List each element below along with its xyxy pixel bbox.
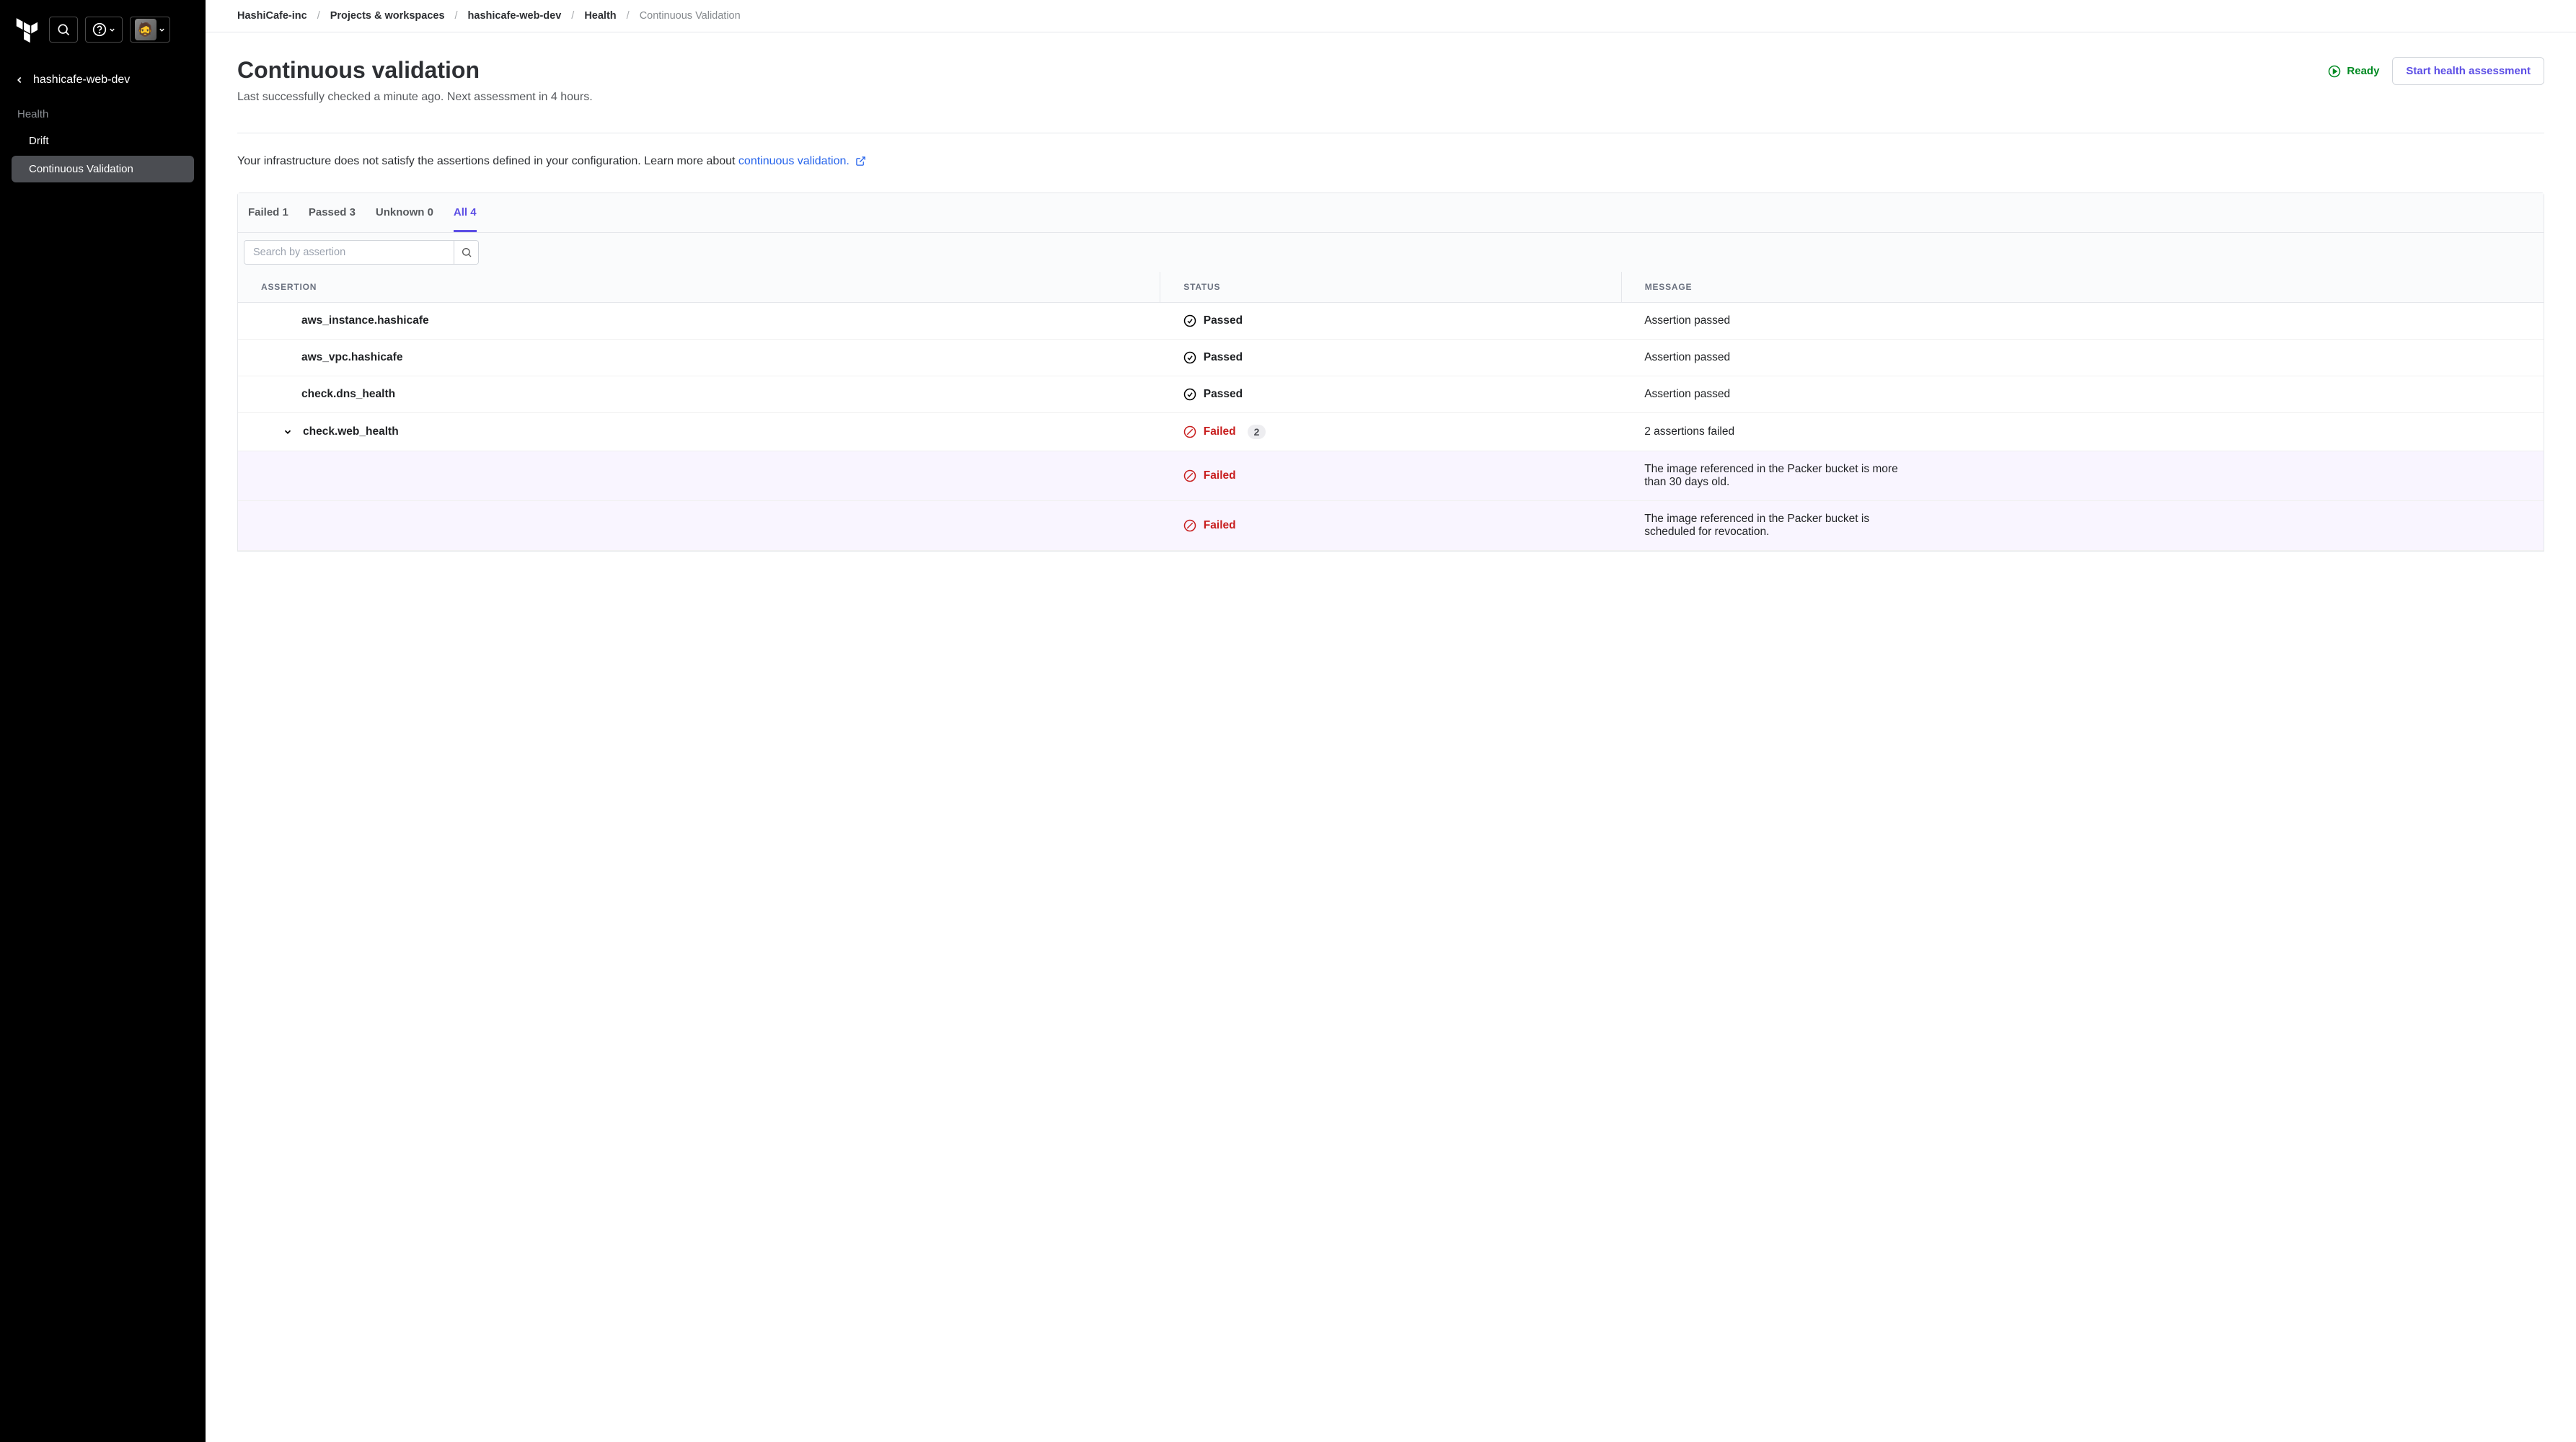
avatar: 🧔 — [135, 19, 156, 40]
status-label: Failed — [1204, 519, 1236, 532]
assertion-name: aws_instance.hashicafe — [261, 314, 1137, 327]
tab-failed[interactable]: Failed 1 — [248, 193, 288, 232]
fail-circle-icon — [1183, 469, 1196, 482]
fail-circle-icon — [1183, 425, 1196, 438]
table-row: aws_vpc.hashicafe Passed Assertion passed — [238, 340, 2544, 376]
sidebar: 🧔 hashicafe-web-dev Health DriftContinuo… — [0, 0, 206, 1442]
sidebar-section-health: Health — [0, 97, 206, 126]
assertion-group-toggle[interactable]: check.web_health — [261, 425, 1137, 438]
breadcrumb-item[interactable]: HashiCafe-inc — [237, 10, 307, 22]
status-ready: Ready — [2328, 65, 2379, 78]
status-label: Failed — [1204, 425, 1236, 438]
status-cell: Failed — [1183, 519, 1598, 532]
status-ready-label: Ready — [2347, 65, 2379, 77]
message-text: The image referenced in the Packer bucke… — [1644, 513, 1918, 539]
status-label: Failed — [1204, 469, 1236, 482]
check-circle-icon — [1183, 388, 1196, 401]
continuous-validation-link[interactable]: continuous validation. — [738, 155, 866, 167]
chevron-down-icon — [158, 26, 166, 34]
status-cell: Failed 2 — [1183, 425, 1598, 439]
start-health-assessment-button[interactable]: Start health assessment — [2392, 57, 2544, 85]
status-label: Passed — [1204, 314, 1243, 327]
message-text: Assertion passed — [1644, 388, 2520, 401]
message-text: Assertion passed — [1644, 351, 2520, 364]
breadcrumb-item[interactable]: Projects & workspaces — [330, 10, 445, 22]
breadcrumb-item[interactable]: Health — [584, 10, 616, 22]
chevron-down-icon — [283, 427, 293, 437]
assertions-table: ASSERTION STATUS MESSAGE aws_instance.ha… — [238, 272, 2544, 551]
status-cell: Passed — [1183, 351, 1598, 364]
check-circle-icon — [1183, 314, 1196, 327]
filter-tabs: Failed 1 Passed 3 Unknown 0 All 4 — [238, 193, 2544, 233]
user-menu-button[interactable]: 🧔 — [130, 17, 170, 43]
col-header-message: MESSAGE — [1621, 272, 2544, 303]
message-text: The image referenced in the Packer bucke… — [1644, 463, 1918, 489]
assertion-name: aws_vpc.hashicafe — [261, 351, 1137, 364]
table-row: check.dns_health Passed Assertion passed — [238, 376, 2544, 413]
terraform-logo — [12, 14, 42, 45]
tab-unknown[interactable]: Unknown 0 — [376, 193, 433, 232]
infrastructure-info-text: Your infrastructure does not satisfy the… — [237, 155, 2544, 168]
search-input[interactable] — [244, 241, 454, 264]
col-header-status: STATUS — [1160, 272, 1621, 303]
tab-all[interactable]: All 4 — [454, 193, 477, 232]
page-subtitle: Last successfully checked a minute ago. … — [237, 91, 593, 104]
message-text: 2 assertions failed — [1644, 425, 2520, 438]
table-row: Failed The image referenced in the Packer… — [238, 451, 2544, 501]
status-label: Passed — [1204, 351, 1243, 364]
search-submit-button[interactable] — [454, 241, 478, 264]
chevron-left-icon — [14, 75, 25, 85]
message-text: Assertion passed — [1644, 314, 2520, 327]
workspace-name-label: hashicafe-web-dev — [33, 74, 130, 87]
breadcrumb-separator: / — [317, 10, 320, 22]
breadcrumb-item: Continuous Validation — [640, 10, 741, 22]
breadcrumb-item[interactable]: hashicafe-web-dev — [468, 10, 562, 22]
check-circle-icon — [1183, 351, 1196, 364]
breadcrumb-separator: / — [627, 10, 630, 22]
workspace-back-link[interactable]: hashicafe-web-dev — [0, 56, 206, 97]
sidebar-item-drift[interactable]: Drift — [12, 128, 194, 154]
help-menu-button[interactable] — [85, 17, 123, 43]
chevron-down-icon — [108, 26, 116, 34]
status-cell: Passed — [1183, 314, 1598, 327]
col-header-assertion: ASSERTION — [238, 272, 1160, 303]
breadcrumb-separator: / — [455, 10, 458, 22]
search-icon — [461, 247, 472, 258]
breadcrumb: HashiCafe-inc / Projects & workspaces / hash… — [206, 0, 2576, 32]
fail-circle-icon — [1183, 519, 1196, 532]
table-row: check.web_health Failed 2 2 assertions fail… — [238, 413, 2544, 451]
main-content: HashiCafe-inc / Projects & workspaces / hash… — [206, 0, 2576, 1442]
breadcrumb-separator: / — [571, 10, 574, 22]
play-circle-icon — [2328, 65, 2341, 78]
tab-passed[interactable]: Passed 3 — [309, 193, 356, 232]
table-row: aws_instance.hashicafe Passed Assertion pa… — [238, 303, 2544, 340]
external-link-icon — [855, 156, 866, 167]
table-row: Failed The image referenced in the Packer… — [238, 501, 2544, 551]
search-button[interactable] — [49, 17, 78, 43]
assertion-name: check.web_health — [303, 425, 399, 438]
sidebar-item-continuous-validation[interactable]: Continuous Validation — [12, 156, 194, 182]
page-title: Continuous validation — [237, 57, 593, 84]
status-count-badge: 2 — [1248, 425, 1266, 439]
status-cell: Passed — [1183, 388, 1598, 401]
status-label: Passed — [1204, 388, 1243, 401]
status-cell: Failed — [1183, 469, 1598, 482]
assertion-name: check.dns_health — [261, 388, 1137, 401]
